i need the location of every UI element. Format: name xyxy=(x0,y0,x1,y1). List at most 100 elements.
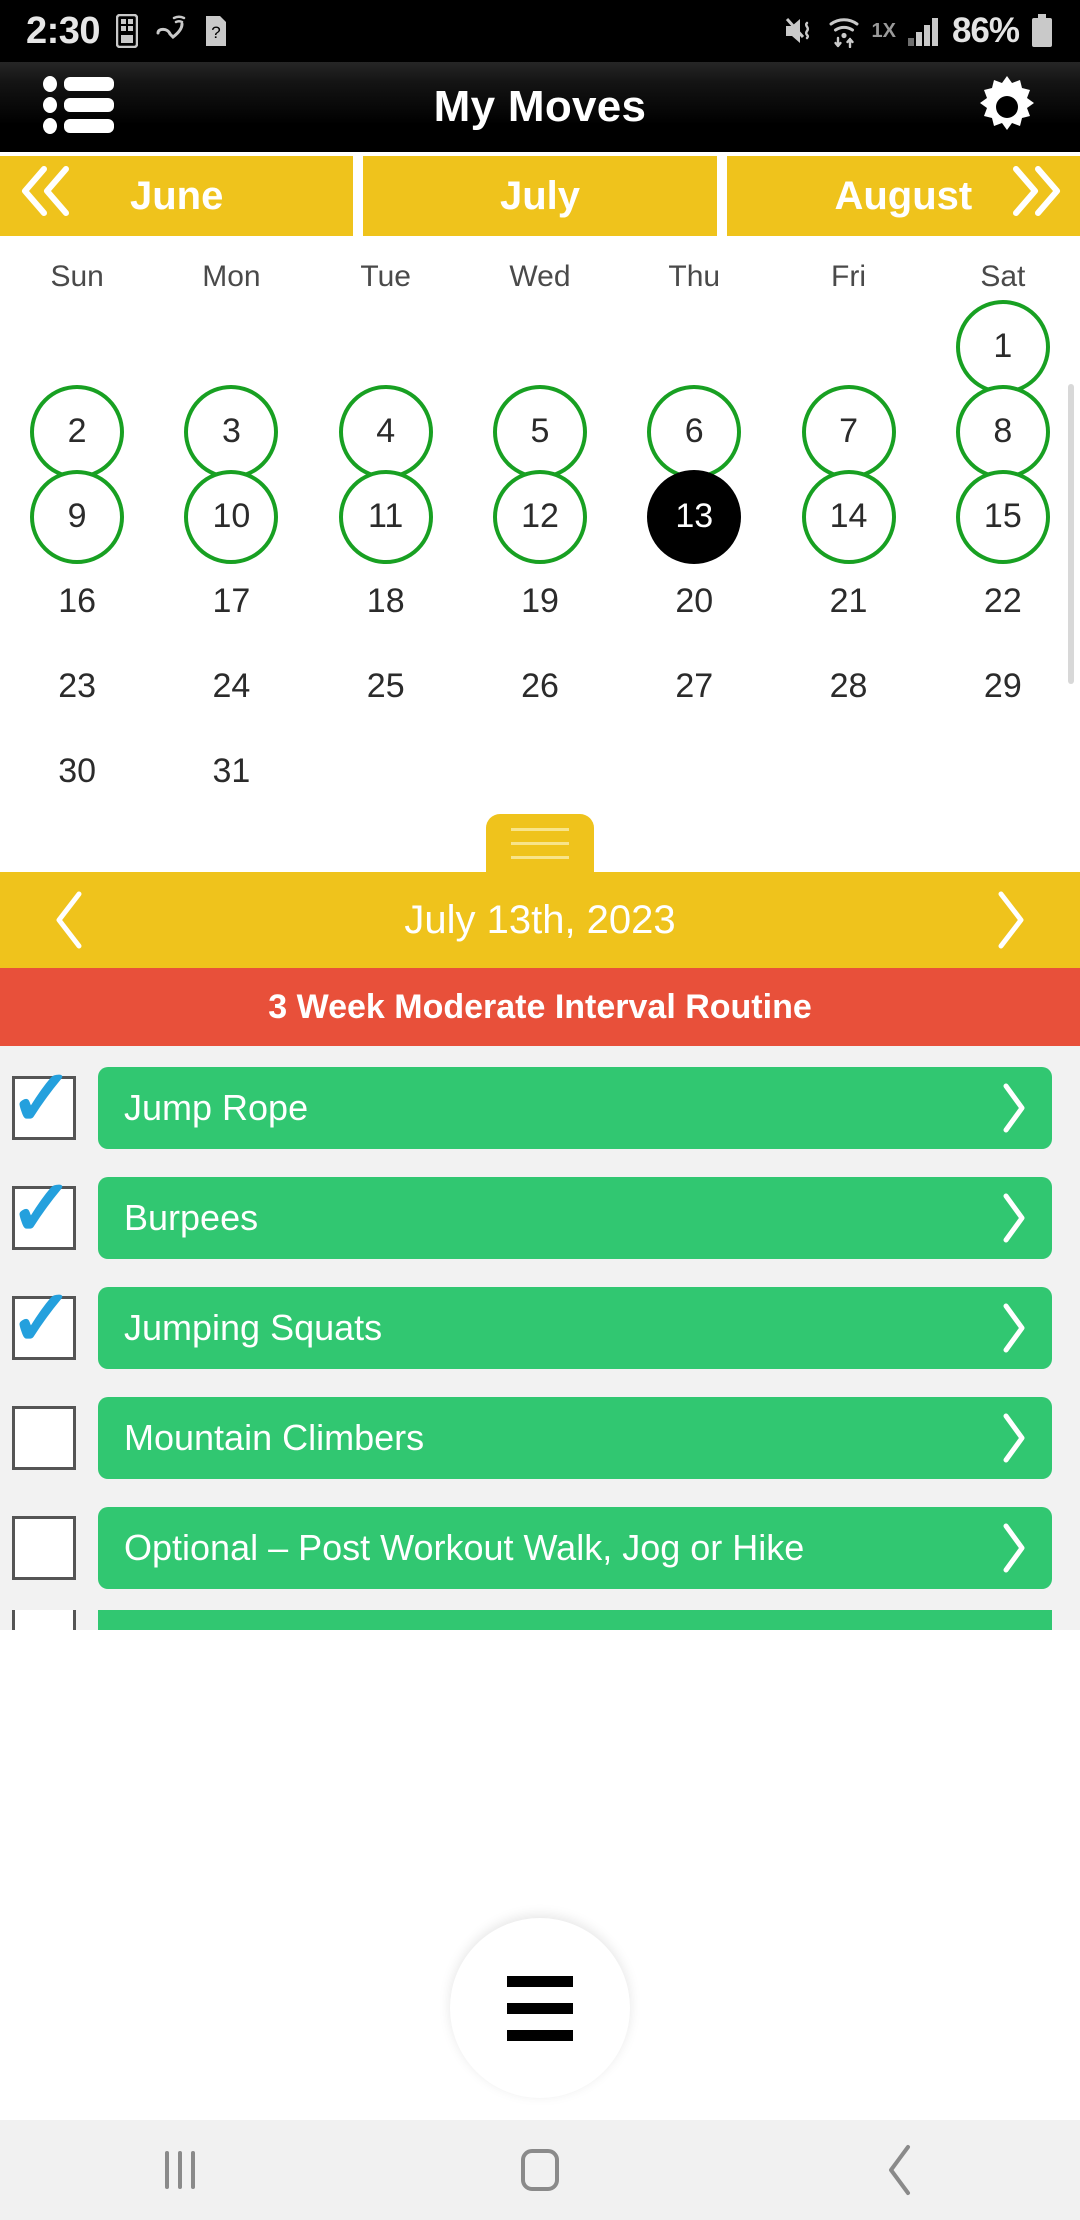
double-chevron-left-icon[interactable] xyxy=(16,164,74,228)
calendar-cell: 16 xyxy=(0,555,154,649)
chevron-right-icon[interactable] xyxy=(998,1412,1028,1464)
weekday-sat: Sat xyxy=(980,260,1026,293)
calendar-day-8[interactable]: 8 xyxy=(955,384,1050,479)
routine-title: 3 Week Moderate Interval Routine xyxy=(268,987,812,1026)
chevron-left-icon[interactable] xyxy=(50,889,90,951)
calendar-day-15[interactable]: 15 xyxy=(955,469,1050,564)
calendar-day-4[interactable]: 4 xyxy=(338,384,433,479)
check-icon: ✓ xyxy=(9,1054,75,1142)
calendar-day-23[interactable]: 23 xyxy=(30,640,124,734)
calendar-cell: 15 xyxy=(926,469,1080,564)
calendar-week-row: 16 17 18 19 20 21 22 xyxy=(0,559,1080,644)
calendar-day-empty xyxy=(30,300,124,394)
calendar-day-14[interactable]: 14 xyxy=(801,469,896,564)
drag-handle-line xyxy=(511,855,569,859)
exercise-button[interactable]: Mountain Climbers xyxy=(98,1397,1052,1479)
calendar-day-empty xyxy=(339,725,433,819)
calendar-day-6[interactable]: 6 xyxy=(647,384,742,479)
drag-handle-icon[interactable] xyxy=(486,814,594,872)
chevron-right-icon[interactable] xyxy=(998,1192,1028,1244)
exercise-button[interactable]: Jump Rope xyxy=(98,1067,1052,1149)
month-tab-prev[interactable]: June xyxy=(0,156,354,236)
calendar-day-17[interactable]: 17 xyxy=(184,555,278,649)
mute-vibrate-icon xyxy=(783,15,817,47)
chevron-right-icon[interactable] xyxy=(998,1302,1028,1354)
recents-icon[interactable] xyxy=(0,2151,360,2189)
calendar-day-2[interactable]: 2 xyxy=(30,384,125,479)
calendar-cell: 13 xyxy=(617,469,771,564)
calendar-day-20[interactable]: 20 xyxy=(647,555,741,649)
calendar-day-empty xyxy=(339,300,433,394)
calendar-day-31[interactable]: 31 xyxy=(184,725,278,819)
calendar-day-11[interactable]: 11 xyxy=(338,469,433,564)
calendar-day-21[interactable]: 21 xyxy=(802,555,896,649)
calendar-day-24[interactable]: 24 xyxy=(184,640,278,734)
calendar-cell xyxy=(309,300,463,394)
exercise-checkbox[interactable]: ✓ xyxy=(9,1279,76,1360)
status-bar: 2:30 ? 1X 86% xyxy=(0,0,1080,62)
exercise-button[interactable]: Burpees xyxy=(98,1177,1052,1259)
calendar-day-1[interactable]: 1 xyxy=(955,299,1050,394)
double-chevron-right-icon[interactable] xyxy=(1008,164,1066,228)
home-icon[interactable] xyxy=(360,2149,720,2191)
gear-icon[interactable] xyxy=(974,74,1040,140)
exercise-button[interactable]: Jumping Squats xyxy=(98,1287,1052,1369)
calendar-cell: 8 xyxy=(926,384,1080,479)
calendar-cell: 18 xyxy=(309,555,463,649)
calendar-day-22[interactable]: 22 xyxy=(956,555,1050,649)
calendar-day-7[interactable]: 7 xyxy=(801,384,896,479)
list-menu-icon[interactable] xyxy=(42,74,116,141)
calendar-cell: 14 xyxy=(771,469,925,564)
app-screen: 2:30 ? 1X 86% My Moves June July August … xyxy=(0,0,1080,2220)
calendar-day-18[interactable]: 18 xyxy=(339,555,433,649)
status-bar-right: 1X 86% xyxy=(783,11,1054,51)
calendar-cell: 4 xyxy=(309,384,463,479)
calendar-day-26[interactable]: 26 xyxy=(493,640,587,734)
calendar-day-19[interactable]: 19 xyxy=(493,555,587,649)
calendar-cell: 28 xyxy=(771,640,925,734)
chevron-right-icon[interactable] xyxy=(998,1082,1028,1134)
calendar-cell: 30 xyxy=(0,725,154,819)
chevron-right-icon[interactable] xyxy=(998,1522,1028,1574)
calendar-cell: 12 xyxy=(463,469,617,564)
calendar-cell: 31 xyxy=(154,725,308,819)
exercise-checkbox[interactable]: ✓ xyxy=(9,1059,76,1140)
svg-text:?: ? xyxy=(211,23,220,42)
chevron-right-icon[interactable] xyxy=(990,889,1030,951)
weekday-thu: Thu xyxy=(668,260,721,293)
calendar-cell: 7 xyxy=(771,384,925,479)
exercise-checkbox[interactable] xyxy=(12,1516,76,1580)
exercise-checkbox[interactable] xyxy=(12,1406,76,1470)
calendar-day-29[interactable]: 29 xyxy=(956,640,1050,734)
month-tab-next[interactable]: August xyxy=(726,156,1080,236)
calendar-day-9[interactable]: 9 xyxy=(30,469,125,564)
calendar-day-25[interactable]: 25 xyxy=(339,640,433,734)
calendar-day-13[interactable]: 13 xyxy=(647,469,742,564)
exercise-checkbox[interactable]: ✓ xyxy=(9,1169,76,1250)
weekday-wed: Wed xyxy=(509,260,571,293)
exercise-button[interactable] xyxy=(98,1610,1052,1630)
battery-icon xyxy=(1030,14,1054,48)
calendar-cell: 20 xyxy=(617,555,771,649)
calendar-day-empty xyxy=(647,300,741,394)
month-label-next: August xyxy=(834,173,973,218)
month-tab-current[interactable]: July xyxy=(363,156,717,236)
exercise-button[interactable]: Optional – Post Workout Walk, Jog or Hik… xyxy=(98,1507,1052,1589)
calendar-day-27[interactable]: 27 xyxy=(647,640,741,734)
exercise-row-partial xyxy=(0,1610,1080,1630)
calendar-day-28[interactable]: 28 xyxy=(802,640,896,734)
calendar-day-empty xyxy=(802,300,896,394)
calendar-day-12[interactable]: 12 xyxy=(492,469,587,564)
calendar-week-row: 30 31 xyxy=(0,729,1080,814)
calendar-day-3[interactable]: 3 xyxy=(184,384,279,479)
calendar-week-row: 1 xyxy=(0,299,1080,394)
calendar-day-16[interactable]: 16 xyxy=(30,555,124,649)
back-icon[interactable] xyxy=(720,2143,1080,2197)
calendar-cell: 6 xyxy=(617,384,771,479)
calendar-day-10[interactable]: 10 xyxy=(184,469,279,564)
exercise-checkbox[interactable] xyxy=(12,1610,76,1630)
hamburger-menu-icon[interactable] xyxy=(450,1918,630,2098)
calendar-day-5[interactable]: 5 xyxy=(492,384,587,479)
calendar-day-30[interactable]: 30 xyxy=(30,725,124,819)
routine-banner: 3 Week Moderate Interval Routine xyxy=(0,968,1080,1046)
